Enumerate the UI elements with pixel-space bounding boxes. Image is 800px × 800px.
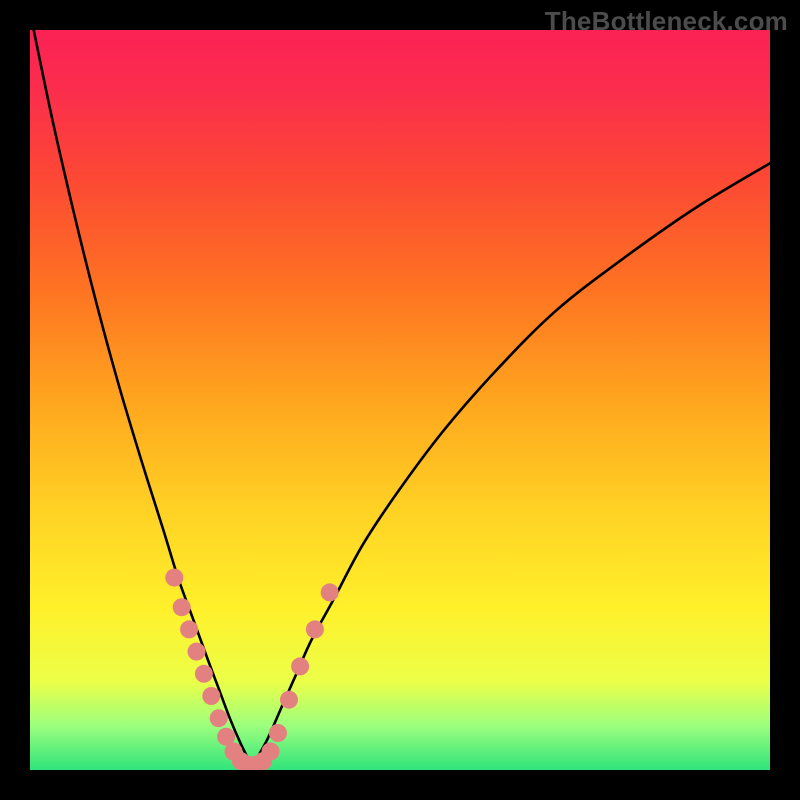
data-marker	[173, 598, 191, 616]
data-marker	[269, 724, 287, 742]
watermark-text: TheBottleneck.com	[545, 6, 788, 37]
data-marker	[262, 743, 280, 761]
chart-svg	[30, 30, 770, 770]
data-marker	[165, 569, 183, 587]
chart-frame: TheBottleneck.com	[0, 0, 800, 800]
plot-area	[30, 30, 770, 770]
data-marker	[188, 643, 206, 661]
data-marker	[180, 620, 198, 638]
data-marker	[195, 665, 213, 683]
curves-group	[34, 30, 770, 766]
data-marker	[291, 657, 309, 675]
curve-curve-right	[252, 163, 770, 766]
data-marker	[210, 709, 228, 727]
markers-group	[165, 569, 338, 770]
data-marker	[202, 687, 220, 705]
curve-curve-left	[34, 30, 252, 766]
data-marker	[321, 583, 339, 601]
data-marker	[280, 691, 298, 709]
data-marker	[306, 620, 324, 638]
